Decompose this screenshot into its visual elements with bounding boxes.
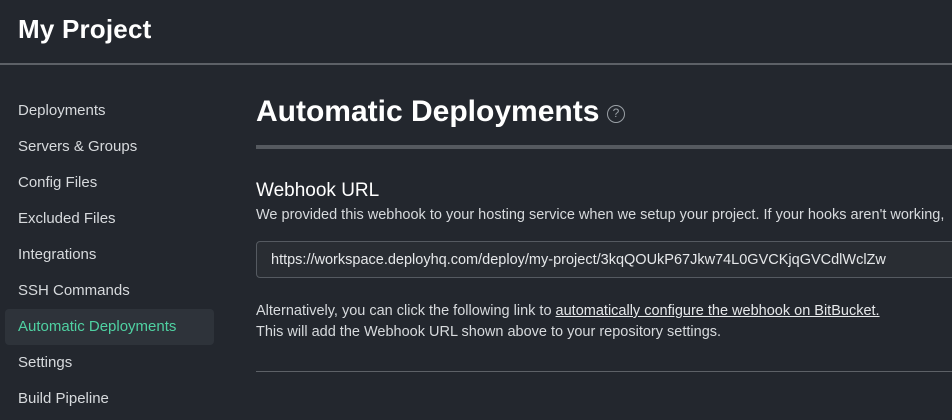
sidebar-item-build-pipeline[interactable]: Build Pipeline — [5, 381, 214, 417]
sidebar-item-servers-groups[interactable]: Servers & Groups — [5, 129, 214, 165]
webhook-url-label: Webhook URL — [256, 180, 380, 201]
alternative-prefix: Alternatively, you can click the followi… — [256, 303, 556, 319]
project-title: My Project — [18, 14, 152, 44]
configure-bitbucket-link[interactable]: automatically configure the webhook on B… — [556, 303, 880, 319]
sidebar-item-label: Deployments — [18, 102, 106, 119]
sidebar-item-label: Integrations — [18, 246, 97, 263]
main-content: Automatic Deployments ? Webhook URL We p… — [256, 65, 952, 420]
sidebar-item-integrations[interactable]: Integrations — [5, 237, 214, 273]
section-divider — [256, 371, 952, 372]
sidebar-item-ssh-commands[interactable]: SSH Commands — [5, 273, 214, 309]
page-title: Automatic Deployments — [256, 95, 600, 128]
sidebar-item-automatic-deployments[interactable]: Automatic Deployments — [5, 309, 214, 345]
sidebar-item-settings[interactable]: Settings — [5, 345, 214, 381]
sidebar-item-label: SSH Commands — [18, 282, 130, 299]
sidebar-item-label: Build Pipeline — [18, 390, 109, 407]
help-icon[interactable]: ? — [607, 105, 625, 123]
sidebar-item-deployments[interactable]: Deployments — [5, 93, 214, 129]
sidebar-item-label: Servers & Groups — [18, 138, 138, 155]
alternative-note: This will add the Webhook URL shown abov… — [256, 324, 722, 340]
sidebar-item-label: Config Files — [18, 174, 98, 191]
top-bar: My Project — [0, 0, 952, 63]
webhook-description: We provided this webhook to your hosting… — [256, 207, 945, 223]
sidebar: Deployments Servers & Groups Config File… — [0, 65, 220, 420]
webhook-url-field[interactable] — [256, 241, 952, 278]
alternative-text: Alternatively, you can click the followi… — [256, 303, 880, 319]
title-divider — [256, 145, 952, 149]
sidebar-item-config-files[interactable]: Config Files — [5, 165, 214, 201]
sidebar-item-label: Settings — [18, 354, 73, 371]
sidebar-item-label: Automatic Deployments — [18, 318, 177, 335]
sidebar-item-excluded-files[interactable]: Excluded Files — [5, 201, 214, 237]
sidebar-item-label: Excluded Files — [18, 210, 116, 227]
